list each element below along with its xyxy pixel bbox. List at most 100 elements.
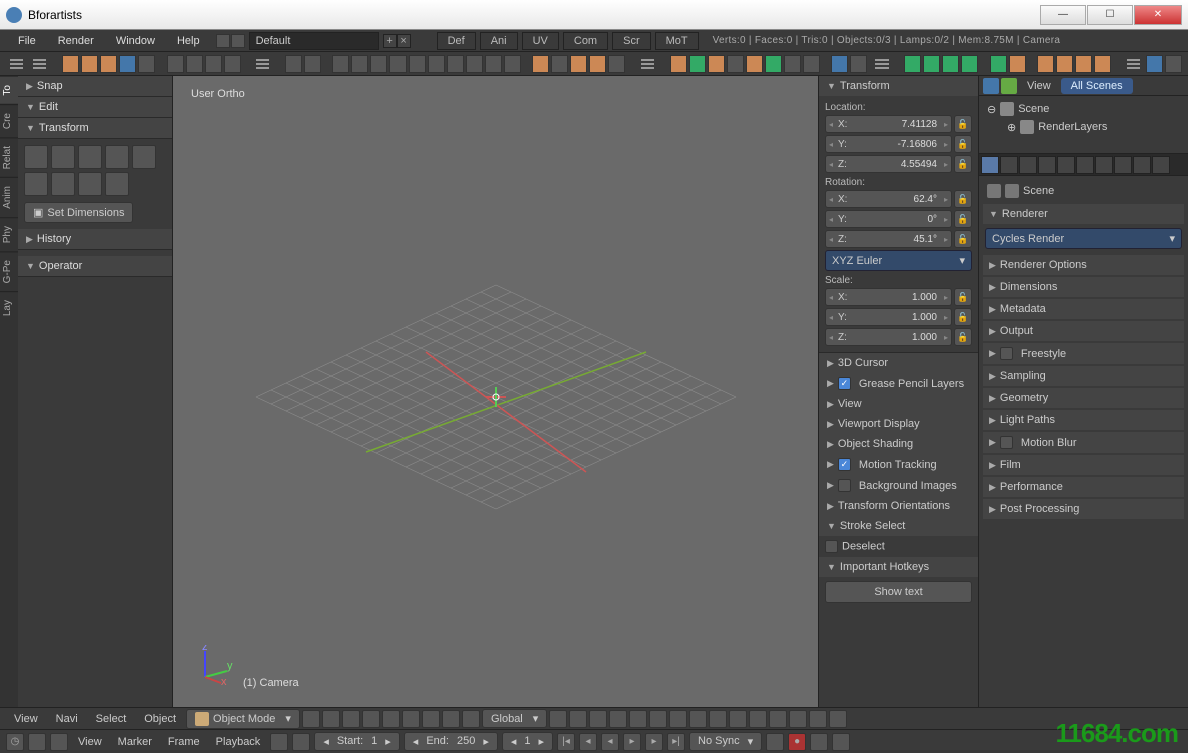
panel-light-paths[interactable]: ▶Light Paths xyxy=(983,410,1184,430)
sync-dropdown[interactable]: No Sync▾ xyxy=(689,732,762,751)
tool-icon[interactable] xyxy=(78,145,102,169)
vp-button[interactable] xyxy=(569,710,587,728)
menu-render[interactable]: Render xyxy=(48,32,104,50)
vtab-tools[interactable]: To xyxy=(0,76,18,104)
tool-icon[interactable] xyxy=(105,145,129,169)
vp-button[interactable] xyxy=(422,710,440,728)
toolbar-btn[interactable] xyxy=(765,55,782,73)
vp-button[interactable] xyxy=(809,710,827,728)
toolbar-btn[interactable] xyxy=(589,55,606,73)
menu-window[interactable]: Window xyxy=(106,32,165,50)
checkbox-icon[interactable] xyxy=(825,540,838,553)
hamburger-icon-6[interactable] xyxy=(1127,59,1140,69)
tl-menu-view[interactable]: View xyxy=(72,736,108,748)
vp-button[interactable] xyxy=(789,710,807,728)
toolbar-btn[interactable] xyxy=(961,55,978,73)
toolbar-btn[interactable] xyxy=(304,55,321,73)
layout-icons[interactable] xyxy=(216,34,245,48)
panel-post-processing[interactable]: ▶Post Processing xyxy=(983,499,1184,519)
prop-tab[interactable] xyxy=(1057,156,1075,174)
toolbar-btn[interactable] xyxy=(504,55,521,73)
toolbar-btn[interactable] xyxy=(532,55,549,73)
npanel-object-shading[interactable]: ▶Object Shading xyxy=(819,434,978,454)
tab-uv[interactable]: UV xyxy=(522,32,559,50)
toolbar-btn[interactable] xyxy=(608,55,625,73)
prop-tab[interactable] xyxy=(1000,156,1018,174)
npanel-bg-images[interactable]: ▶Background Images xyxy=(819,475,978,496)
current-frame-field[interactable]: ◂1▸ xyxy=(502,732,553,751)
npanel-motion-tracking[interactable]: ▶Motion Tracking xyxy=(819,454,978,475)
vp-button[interactable] xyxy=(382,710,400,728)
jump-start-icon[interactable]: |◂ xyxy=(557,733,575,751)
tab-scr[interactable]: Scr xyxy=(612,32,651,50)
toolbar-btn[interactable] xyxy=(138,55,155,73)
vp-button[interactable] xyxy=(669,710,687,728)
toolbar-btn[interactable] xyxy=(186,55,203,73)
end-frame-field[interactable]: ◂End:250▸ xyxy=(404,732,498,751)
tab-def[interactable]: Def xyxy=(437,32,476,50)
outliner-view-label[interactable]: View xyxy=(1019,80,1059,92)
toolbar-btn[interactable] xyxy=(409,55,426,73)
tool-icon[interactable] xyxy=(24,145,48,169)
vp-menu-navi[interactable]: Navi xyxy=(48,711,86,727)
tool-icon[interactable] xyxy=(105,172,129,196)
scale-z-field[interactable]: ◂Z:1.000▸ xyxy=(825,328,952,346)
vp-button[interactable] xyxy=(609,710,627,728)
toolbar-btn[interactable] xyxy=(708,55,725,73)
toolbar-btn[interactable] xyxy=(485,55,502,73)
panel-film[interactable]: ▶Film xyxy=(983,455,1184,475)
checkbox-icon[interactable] xyxy=(838,458,851,471)
play-reverse-icon[interactable]: ◂ xyxy=(601,733,619,751)
panel-sampling[interactable]: ▶Sampling xyxy=(983,366,1184,386)
timeline-btn[interactable] xyxy=(766,733,784,751)
tree-item-renderlayers[interactable]: ⊕RenderLayers xyxy=(987,118,1180,136)
toolbar-btn[interactable] xyxy=(1094,55,1111,73)
vtab-create[interactable]: Cre xyxy=(0,104,18,137)
toolbar-btn[interactable] xyxy=(1075,55,1092,73)
vp-button[interactable] xyxy=(749,710,767,728)
minimize-button[interactable]: — xyxy=(1040,5,1086,25)
prop-tab[interactable] xyxy=(1095,156,1113,174)
panel-transform[interactable]: ▼Transform xyxy=(18,118,172,139)
panel-metadata[interactable]: ▶Metadata xyxy=(983,299,1184,319)
toolbar-btn[interactable] xyxy=(831,55,848,73)
toolbar-btn[interactable] xyxy=(370,55,387,73)
panel-edit[interactable]: ▼Edit xyxy=(18,97,172,118)
panel-geometry[interactable]: ▶Geometry xyxy=(983,388,1184,408)
menu-file[interactable]: File xyxy=(8,32,46,50)
prev-keyframe-icon[interactable]: ◂ xyxy=(579,733,597,751)
toolbar-btn[interactable] xyxy=(285,55,302,73)
panel-renderer-options[interactable]: ▶Renderer Options xyxy=(983,255,1184,275)
tree-item-scene[interactable]: ⊖Scene xyxy=(987,100,1180,118)
prop-tab[interactable] xyxy=(1038,156,1056,174)
lock-icon[interactable]: 🔓 xyxy=(954,115,972,133)
npanel-stroke-select[interactable]: ▼Stroke Select xyxy=(819,516,978,536)
timeline-btn[interactable] xyxy=(810,733,828,751)
checkbox-icon[interactable] xyxy=(1000,347,1013,360)
vp-button[interactable] xyxy=(342,710,360,728)
vp-button[interactable] xyxy=(729,710,747,728)
jump-end-icon[interactable]: ▸| xyxy=(667,733,685,751)
vp-button[interactable] xyxy=(769,710,787,728)
vp-button[interactable] xyxy=(322,710,340,728)
toolbar-btn[interactable] xyxy=(167,55,184,73)
prop-tab[interactable] xyxy=(1114,156,1132,174)
vtab-relations[interactable]: Relat xyxy=(0,137,18,177)
vp-menu-object[interactable]: Object xyxy=(136,711,184,727)
all-scenes-dropdown[interactable]: All Scenes xyxy=(1061,78,1133,94)
hamburger-icon[interactable] xyxy=(10,59,23,69)
timeline-btn[interactable] xyxy=(28,733,46,751)
timeline-btn[interactable] xyxy=(270,733,288,751)
layout-dropdown[interactable]: Default xyxy=(249,32,379,50)
lock-icon[interactable]: 🔓 xyxy=(954,210,972,228)
render-engine-dropdown[interactable]: Cycles Render▾ xyxy=(985,228,1182,249)
scale-x-field[interactable]: ◂X:1.000▸ xyxy=(825,288,952,306)
lock-icon[interactable]: 🔓 xyxy=(954,288,972,306)
toolbar-btn[interactable] xyxy=(670,55,687,73)
toolbar-btn[interactable] xyxy=(389,55,406,73)
vp-button[interactable] xyxy=(462,710,480,728)
lock-icon[interactable]: 🔓 xyxy=(954,190,972,208)
vp-button[interactable] xyxy=(829,710,847,728)
toolbar-btn[interactable] xyxy=(119,55,136,73)
vp-button[interactable] xyxy=(689,710,707,728)
